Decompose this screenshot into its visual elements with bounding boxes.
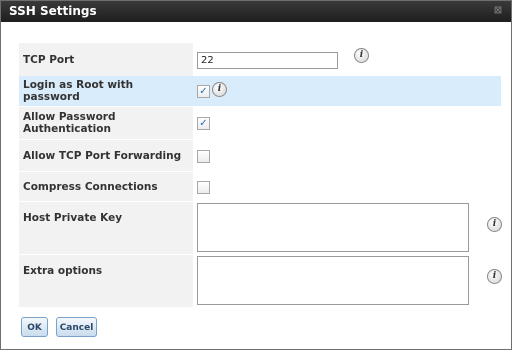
host-key-textarea[interactable] (197, 203, 469, 252)
ssh-settings-dialog: SSH Settings ⊠ TCP Port 22 i Login as Ro… (0, 0, 512, 350)
info-icon[interactable]: i (354, 48, 369, 63)
host-key-label: Host Private Key (19, 202, 193, 254)
host-key-row: Host Private Key (19, 202, 501, 254)
dialog-titlebar[interactable]: SSH Settings ⊠ (1, 1, 511, 22)
extra-options-label: Extra options (19, 255, 193, 307)
extra-options-row: Extra options (19, 255, 501, 307)
extra-options-textarea[interactable] (197, 256, 469, 305)
cancel-button[interactable]: Cancel (56, 317, 97, 337)
tcp-port-row: TCP Port 22 (19, 43, 501, 76)
tcp-forwarding-row: Allow TCP Port Forwarding (19, 140, 501, 171)
tcp-forwarding-label: Allow TCP Port Forwarding (19, 140, 193, 171)
login-root-label: Login as Root with password (19, 76, 193, 106)
info-icon[interactable]: i (212, 82, 227, 97)
close-icon[interactable]: ⊠ (493, 5, 503, 17)
login-root-checkbox[interactable]: ✓ (197, 85, 210, 98)
compress-row: Compress Connections (19, 172, 501, 201)
password-auth-checkbox[interactable]: ✓ (197, 117, 210, 130)
dialog-title: SSH Settings (9, 4, 97, 18)
compress-checkbox[interactable] (197, 180, 210, 194)
tcp-forwarding-checkbox[interactable] (197, 149, 210, 163)
password-auth-row: Allow Password Authentication ✓ (19, 107, 501, 139)
password-auth-label: Allow Password Authentication (19, 107, 193, 139)
login-root-row: Login as Root with password ✓ (19, 76, 501, 106)
compress-label: Compress Connections (19, 172, 193, 201)
info-icon[interactable]: i (487, 269, 502, 284)
tcp-port-input[interactable]: 22 (197, 51, 338, 69)
info-icon[interactable]: i (487, 217, 502, 232)
tcp-port-label: TCP Port (19, 43, 193, 76)
ok-button[interactable]: OK (21, 317, 48, 337)
